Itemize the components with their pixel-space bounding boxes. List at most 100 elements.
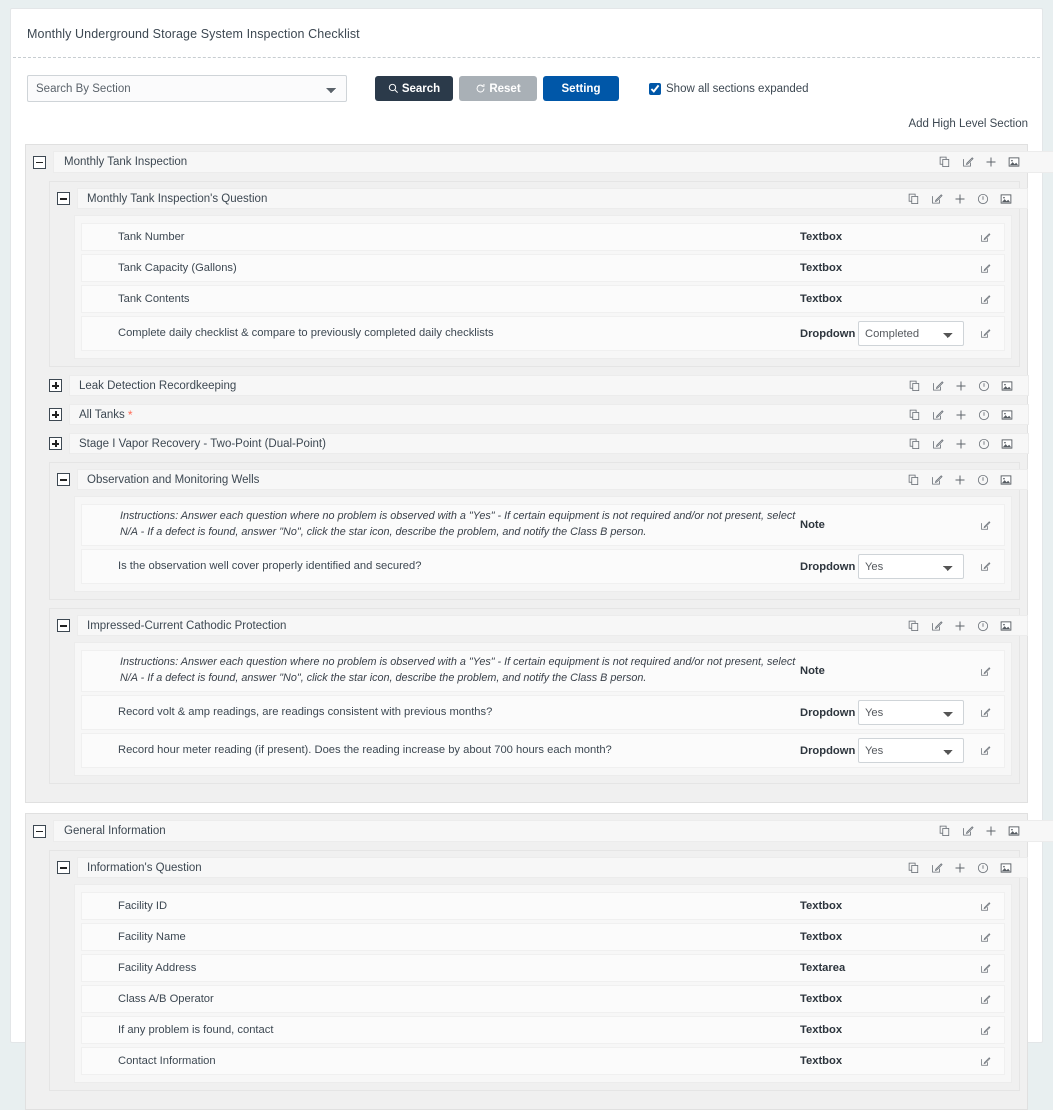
image-icon[interactable]	[1000, 193, 1012, 205]
row-edit-icon[interactable]	[980, 328, 991, 339]
image-icon[interactable]	[1000, 862, 1012, 874]
subsection-header: All Tanks *	[49, 404, 1029, 425]
copy-icon[interactable]	[908, 474, 920, 486]
question-dropdown[interactable]: Completed	[858, 321, 964, 346]
question-edit-cell	[966, 901, 1004, 912]
search-by-section-select[interactable]: Search By Section	[27, 75, 347, 102]
row-edit-icon[interactable]	[980, 520, 991, 531]
subsection: Monthly Tank Inspection's Question Tank N…	[49, 181, 1028, 367]
collapse-toggle-icon[interactable]	[57, 192, 70, 205]
copy-icon[interactable]	[939, 156, 951, 168]
add-high-level-section-link[interactable]: Add High Level Section	[908, 118, 1028, 130]
edit-icon[interactable]	[932, 438, 944, 450]
edit-icon[interactable]	[931, 620, 943, 632]
subsection: All Tanks *	[49, 404, 1029, 425]
section-header: General Information	[33, 820, 1053, 842]
row-edit-icon[interactable]	[980, 1025, 991, 1036]
subsection-title[interactable]: Leak Detection Recordkeeping	[69, 375, 1029, 396]
row-edit-icon[interactable]	[980, 232, 991, 243]
row-edit-icon[interactable]	[980, 963, 991, 974]
row-edit-icon[interactable]	[980, 707, 991, 718]
image-icon[interactable]	[1001, 409, 1013, 421]
edit-icon[interactable]	[932, 380, 944, 392]
subsection-title[interactable]: Observation and Monitoring Wells	[77, 469, 1028, 490]
copy-icon[interactable]	[908, 862, 920, 874]
copy-icon[interactable]	[908, 620, 920, 632]
info-circle-icon[interactable]	[977, 193, 989, 205]
plus-icon[interactable]	[955, 380, 967, 392]
row-edit-icon[interactable]	[980, 745, 991, 756]
show-all-sections-expanded-checkbox-wrap[interactable]: Show all sections expanded	[649, 82, 809, 95]
image-icon[interactable]	[1008, 156, 1020, 168]
row-edit-icon[interactable]	[980, 1056, 991, 1067]
info-circle-icon[interactable]	[977, 474, 989, 486]
expand-toggle-icon[interactable]	[49, 408, 62, 421]
question-label: Facility Name	[118, 930, 186, 943]
subsection-title[interactable]: Impressed-Current Cathodic Protection	[77, 615, 1028, 636]
question-dropdown[interactable]: Yes	[858, 738, 964, 763]
copy-icon[interactable]	[909, 409, 921, 421]
show-all-sections-expanded-checkbox[interactable]	[649, 82, 661, 95]
plus-icon[interactable]	[954, 620, 966, 632]
subsection-title[interactable]: All Tanks *	[69, 404, 1029, 425]
question-row: Facility ID Textbox	[81, 892, 1005, 920]
setting-button[interactable]: Setting	[543, 76, 619, 101]
edit-icon[interactable]	[962, 156, 974, 168]
collapse-toggle-icon[interactable]	[33, 824, 46, 838]
copy-icon[interactable]	[909, 438, 921, 450]
image-icon[interactable]	[1001, 380, 1013, 392]
plus-icon[interactable]	[954, 862, 966, 874]
plus-icon[interactable]	[955, 409, 967, 421]
row-edit-icon[interactable]	[980, 994, 991, 1005]
image-icon[interactable]	[1000, 474, 1012, 486]
section-title[interactable]: Monthly Tank Inspection	[53, 151, 1053, 173]
search-button[interactable]: Search	[375, 76, 453, 101]
row-edit-icon[interactable]	[980, 294, 991, 305]
question-type-label: Dropdown	[800, 706, 856, 719]
copy-icon[interactable]	[908, 193, 920, 205]
section-title[interactable]: General Information	[53, 820, 1053, 842]
question-label: Contact Information	[118, 1054, 216, 1067]
reset-button[interactable]: Reset	[459, 76, 537, 101]
expand-toggle-icon[interactable]	[49, 379, 62, 392]
collapse-toggle-icon[interactable]	[57, 473, 70, 486]
subsection-title[interactable]: Stage I Vapor Recovery - Two-Point (Dual…	[69, 433, 1029, 454]
info-circle-icon[interactable]	[977, 862, 989, 874]
section-body: Monthly Tank Inspection's Question Tank N…	[33, 173, 1029, 784]
image-icon[interactable]	[1008, 825, 1020, 837]
plus-icon[interactable]	[985, 156, 997, 168]
edit-icon[interactable]	[962, 825, 974, 837]
copy-icon[interactable]	[939, 825, 951, 837]
edit-icon[interactable]	[931, 193, 943, 205]
subsection-header: Stage I Vapor Recovery - Two-Point (Dual…	[49, 433, 1029, 454]
question-type-label: Dropdown	[800, 744, 856, 757]
image-icon[interactable]	[1000, 620, 1012, 632]
row-edit-icon[interactable]	[980, 901, 991, 912]
expand-toggle-icon[interactable]	[49, 437, 62, 450]
collapse-toggle-icon[interactable]	[57, 619, 70, 632]
collapse-toggle-icon[interactable]	[57, 861, 70, 874]
plus-icon[interactable]	[954, 474, 966, 486]
copy-icon[interactable]	[909, 380, 921, 392]
toolbar: Search By Section Search Reset Setting S…	[11, 58, 1042, 102]
plus-icon[interactable]	[955, 438, 967, 450]
row-edit-icon[interactable]	[980, 932, 991, 943]
edit-icon[interactable]	[931, 474, 943, 486]
plus-icon[interactable]	[985, 825, 997, 837]
info-circle-icon[interactable]	[978, 380, 990, 392]
subsection-title[interactable]: Information's Question	[77, 857, 1028, 878]
image-icon[interactable]	[1001, 438, 1013, 450]
question-dropdown[interactable]: Yes	[858, 554, 964, 579]
collapse-toggle-icon[interactable]	[33, 155, 46, 169]
plus-icon[interactable]	[954, 193, 966, 205]
info-circle-icon[interactable]	[978, 438, 990, 450]
edit-icon[interactable]	[932, 409, 944, 421]
edit-icon[interactable]	[931, 862, 943, 874]
question-dropdown[interactable]: Yes	[858, 700, 964, 725]
info-circle-icon[interactable]	[978, 409, 990, 421]
subsection-title[interactable]: Monthly Tank Inspection's Question	[77, 188, 1028, 209]
info-circle-icon[interactable]	[977, 620, 989, 632]
row-edit-icon[interactable]	[980, 666, 991, 677]
row-edit-icon[interactable]	[980, 561, 991, 572]
row-edit-icon[interactable]	[980, 263, 991, 274]
